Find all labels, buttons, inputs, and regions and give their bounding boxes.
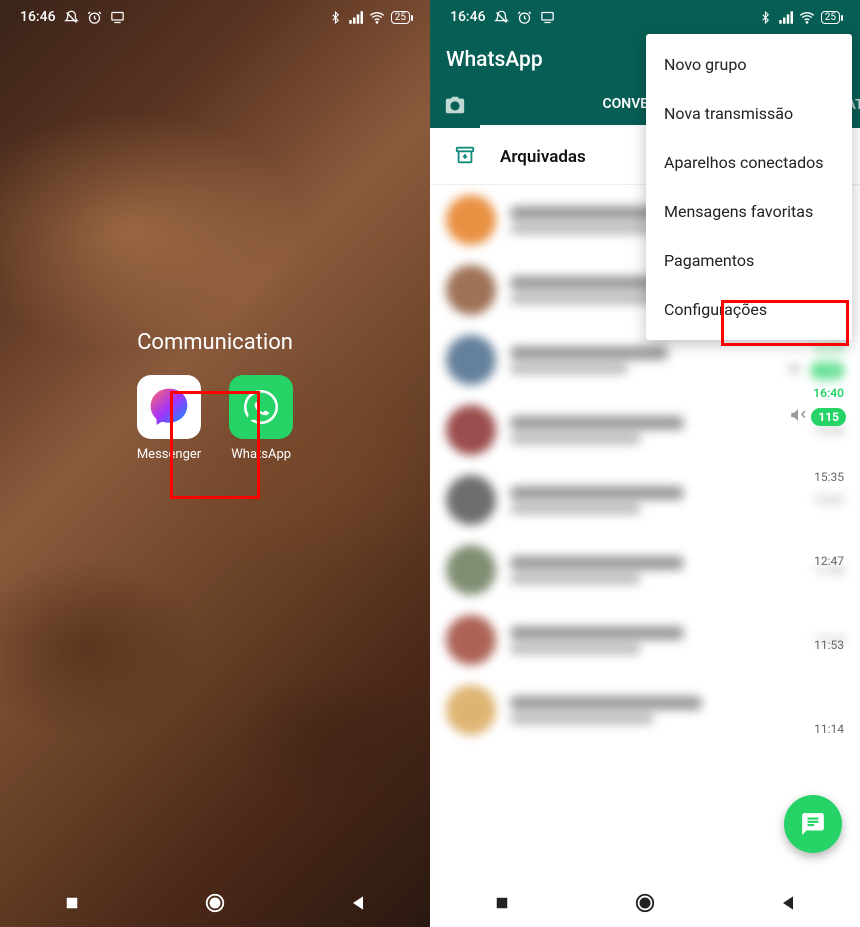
cast-icon [540, 10, 555, 25]
battery-icon: 25 [391, 11, 410, 24]
back-button[interactable] [766, 881, 810, 925]
avatar [446, 685, 496, 735]
dnd-icon [494, 10, 509, 25]
dnd-icon [64, 10, 79, 25]
status-bar: 16:46 25 [430, 0, 860, 34]
app-label: Messenger [137, 447, 201, 462]
unread-badge: 115 [811, 362, 844, 379]
menu-mensagens-favoritas[interactable]: Mensagens favoritas [646, 187, 852, 236]
overflow-menu: Novo grupo Nova transmissão Aparelhos co… [646, 34, 852, 340]
chat-text [510, 416, 800, 444]
menu-configuracoes[interactable]: Configurações [646, 285, 852, 334]
chat-meta: 15:35 [814, 423, 844, 437]
alarm-icon [517, 10, 532, 25]
avatar [446, 405, 496, 455]
app-label: WhatsApp [231, 447, 291, 462]
avatar [446, 475, 496, 525]
alarm-icon [87, 10, 102, 25]
chat-text [510, 486, 800, 514]
chat-row[interactable]: 15:35 [430, 395, 860, 465]
menu-nova-transmissao[interactable]: Nova transmissão [646, 89, 852, 138]
chat-text [510, 626, 800, 654]
archived-label: Arquivadas [500, 147, 586, 167]
menu-pagamentos[interactable]: Pagamentos [646, 236, 852, 285]
home-button[interactable] [623, 881, 667, 925]
chat-meta: 12:47 [814, 493, 844, 507]
app-folder: Communication Messenger WhatsApp [0, 330, 430, 462]
status-bar: 16:46 25 [0, 0, 430, 34]
status-time: 16:46 [450, 9, 486, 25]
back-button[interactable] [336, 881, 380, 925]
avatar [446, 195, 496, 245]
android-navbar [430, 879, 860, 927]
phone-whatsapp-screen: 16:46 25 WhatsApp CONVERSAS 1 [430, 0, 860, 927]
camera-tab[interactable] [430, 94, 480, 116]
app-messenger[interactable]: Messenger [137, 375, 201, 462]
menu-novo-grupo[interactable]: Novo grupo [646, 40, 852, 89]
signal-icon [778, 10, 793, 25]
archive-icon [454, 144, 476, 170]
chat-meta: 11:53 [814, 563, 844, 577]
avatar [446, 615, 496, 665]
phone-home-screen: 16:46 25 [0, 0, 430, 927]
app-title: WhatsApp [446, 48, 543, 72]
signal-icon [348, 10, 363, 25]
wifi-icon [369, 9, 385, 25]
home-button[interactable] [193, 881, 237, 925]
chat-text [510, 696, 830, 724]
menu-aparelhos-conectados[interactable]: Aparelhos conectados [646, 138, 852, 187]
battery-icon: 25 [821, 11, 840, 24]
cast-icon [110, 10, 125, 25]
whatsapp-icon [229, 375, 293, 439]
folder-title: Communication [0, 330, 430, 355]
avatar [446, 545, 496, 595]
bluetooth-icon [759, 11, 772, 24]
recents-button[interactable] [50, 881, 94, 925]
chat-meta: 16:40115 [787, 341, 844, 380]
bluetooth-icon [329, 11, 342, 24]
status-time: 16:46 [20, 9, 56, 25]
new-chat-fab[interactable] [784, 795, 842, 853]
app-whatsapp[interactable]: WhatsApp [229, 375, 293, 462]
messenger-icon [137, 375, 201, 439]
chat-row[interactable] [430, 675, 860, 745]
chat-row[interactable]: 11:53 [430, 535, 860, 605]
avatar [446, 335, 496, 385]
recents-button[interactable] [480, 881, 524, 925]
avatar [446, 265, 496, 315]
chat-text [510, 346, 773, 374]
chat-row[interactable]: 12:47 [430, 465, 860, 535]
wallpaper [0, 0, 430, 927]
chat-row[interactable]: 11:14 [430, 605, 860, 675]
chat-meta: 11:14 [814, 633, 844, 647]
wifi-icon [799, 9, 815, 25]
chat-text [510, 556, 800, 584]
android-navbar [0, 879, 430, 927]
